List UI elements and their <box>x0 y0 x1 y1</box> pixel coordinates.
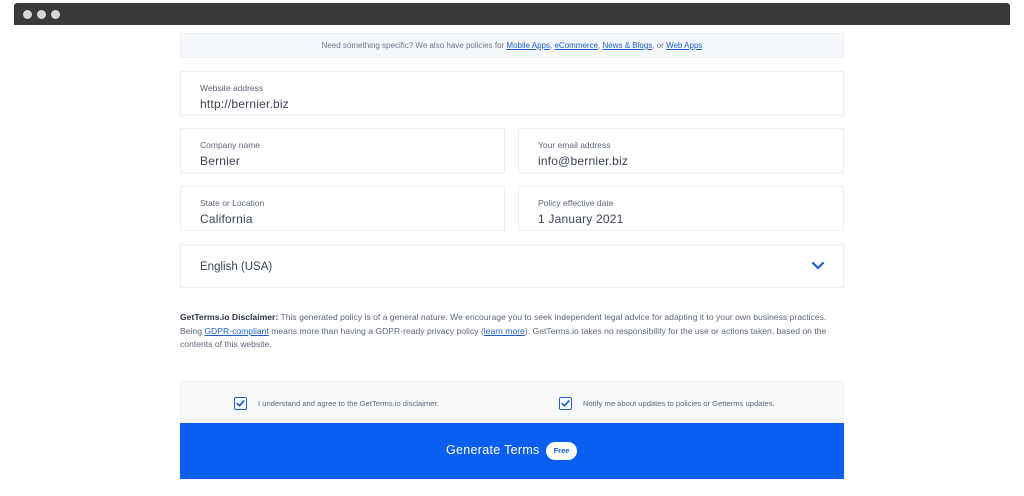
state-location-field[interactable]: State or Location California <box>180 186 505 231</box>
disclaimer-title: GetTerms.io Disclaimer: <box>180 312 279 322</box>
policy-types-notice: Need something specific? We also have po… <box>180 33 844 58</box>
learn-more-link[interactable]: learn more <box>484 326 525 336</box>
state-location-input[interactable]: California <box>200 212 253 226</box>
window-dot-icon[interactable] <box>23 10 32 19</box>
notify-updates-label[interactable]: Notify me about updates to policies or G… <box>583 399 775 408</box>
generate-terms-button[interactable]: Generate Terms Free <box>180 423 844 479</box>
checkmark-icon <box>561 400 570 407</box>
window-dot-icon[interactable] <box>51 10 60 19</box>
notice-text: Need something specific? We also have po… <box>321 41 507 50</box>
agree-disclaimer-label[interactable]: I understand and agree to the GetTerms.i… <box>258 399 439 408</box>
company-name-input[interactable]: Bernier <box>200 154 240 168</box>
consent-bar: I understand and agree to the GetTerms.i… <box>180 381 844 424</box>
link-news-blogs[interactable]: News & Blogs <box>603 41 653 50</box>
link-ecommerce[interactable]: eCommerce <box>554 41 598 50</box>
generate-terms-label: Generate Terms <box>446 443 540 457</box>
field-label: Company name <box>200 140 261 150</box>
email-address-field[interactable]: Your email address info@bernier.biz <box>518 128 844 173</box>
window-dot-icon[interactable] <box>37 10 46 19</box>
free-badge: Free <box>546 442 577 460</box>
email-address-input[interactable]: info@bernier.biz <box>538 154 628 168</box>
link-mobile-apps[interactable]: Mobile Apps <box>506 41 550 50</box>
language-select[interactable]: English (USA) <box>180 244 844 288</box>
language-selected-value: English (USA) <box>200 261 273 273</box>
checkmark-icon <box>236 400 245 407</box>
field-label: Policy effective date <box>538 198 614 208</box>
website-address-input[interactable]: http://bernier.biz <box>200 97 289 111</box>
website-address-field[interactable]: Website address http://bernier.biz <box>180 71 844 116</box>
field-label: State or Location <box>200 198 265 208</box>
field-label: Website address <box>200 83 264 93</box>
chevron-down-icon[interactable] <box>811 261 825 271</box>
browser-title-bar <box>14 3 1010 25</box>
effective-date-field[interactable]: Policy effective date 1 January 2021 <box>518 186 844 231</box>
company-name-field[interactable]: Company name Bernier <box>180 128 505 173</box>
agree-disclaimer-checkbox[interactable] <box>234 397 247 410</box>
field-label: Your email address <box>538 140 611 150</box>
disclaimer-text: GetTerms.io Disclaimer: This generated p… <box>180 312 827 350</box>
effective-date-input[interactable]: 1 January 2021 <box>538 212 624 226</box>
gdpr-compliant-link[interactable]: GDPR-compliant <box>204 326 268 336</box>
notify-updates-checkbox[interactable] <box>559 397 572 410</box>
link-web-apps[interactable]: Web Apps <box>666 41 702 50</box>
